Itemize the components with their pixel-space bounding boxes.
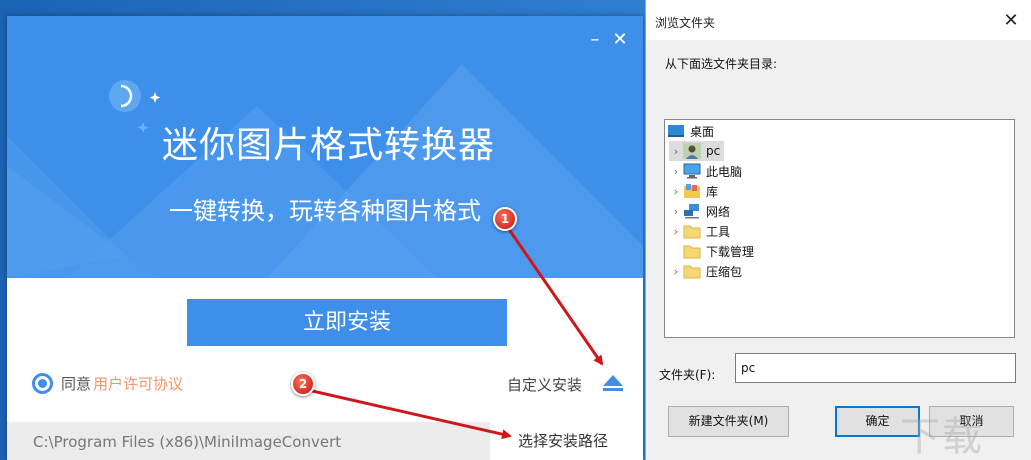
tree-item-label: 下载管理 [706, 244, 755, 259]
tree-item-label: pc [706, 144, 721, 158]
watermark-logo: 下载 [900, 414, 984, 460]
computer-icon [683, 163, 701, 179]
tree-item-library[interactable]: › 库 [669, 181, 718, 201]
chevron-right-icon[interactable]: › [669, 165, 683, 178]
folder-icon [683, 265, 701, 279]
dialog-titlebar: 浏览文件夹 ✕ [646, 0, 1031, 40]
tree-item-label: 工具 [706, 224, 731, 239]
app-title: 迷你图片格式转换器 [162, 125, 496, 166]
tree-item-archives[interactable]: › 压缩包 [669, 261, 742, 281]
tree-item-desktop[interactable]: 桌面 [667, 121, 714, 141]
dialog-title: 浏览文件夹 [655, 16, 716, 30]
app-subtitle: 一键转换，玩转各种图片格式 [169, 197, 481, 225]
tree-item-label: 压缩包 [706, 264, 743, 279]
tree-item-pc[interactable]: › pc [669, 141, 725, 161]
folder-icon [683, 245, 701, 259]
dialog-close-button[interactable]: ✕ [1000, 10, 1022, 32]
choose-path-button[interactable]: 选择安装路径 [490, 422, 643, 460]
tree-item-label: 此电脑 [706, 164, 743, 179]
tree-item-label: 桌面 [690, 124, 715, 139]
annotation-badge-1: 1 [493, 207, 517, 231]
chevron-right-icon[interactable]: › [669, 185, 683, 198]
folder-icon [683, 225, 701, 239]
new-folder-button[interactable]: 新建文件夹(M) [668, 406, 789, 437]
chevron-right-icon[interactable]: › [669, 265, 683, 278]
dialog-prompt: 从下面选文件夹目录: [665, 57, 778, 71]
close-button[interactable]: ✕ [610, 30, 630, 50]
folder-field[interactable] [735, 353, 1016, 383]
network-icon [684, 204, 699, 219]
custom-install-link[interactable]: 自定义安装 [507, 374, 582, 395]
browse-folder-dialog: 浏览文件夹 ✕ 从下面选文件夹目录: 桌面 › pc › 此电脑 › 库 › 网… [645, 0, 1031, 460]
installer-window: – ✕ 迷你图片格式转换器 一键转换，玩转各种图片格式 立即安装 同意 用户许可… [7, 16, 643, 460]
install-path-text: C:\Program Files (x86)\MiniImageConvert [33, 433, 342, 451]
tree-item-tools[interactable]: › 工具 [669, 221, 730, 241]
chevron-right-icon[interactable]: › [669, 225, 683, 238]
license-link[interactable]: 用户许可协议 [93, 373, 183, 394]
moon-logo-icon [109, 80, 161, 133]
library-icon [684, 184, 700, 198]
tree-item-label: 库 [706, 184, 719, 199]
install-now-button[interactable]: 立即安装 [187, 299, 507, 346]
agree-radio[interactable] [32, 372, 53, 394]
tree-item-this-pc[interactable]: › 此电脑 [669, 161, 742, 181]
license-agreement: 同意 用户许可协议 [32, 372, 183, 394]
annotation-badge-2: 2 [291, 372, 315, 396]
tree-item-label: 网络 [706, 204, 731, 219]
eject-icon[interactable] [601, 373, 625, 393]
desktop-icon [668, 125, 684, 137]
agree-label: 同意 [61, 374, 92, 393]
chevron-right-icon[interactable]: › [669, 145, 683, 158]
folder-field-label: 文件夹(F): [659, 368, 716, 382]
tree-item-downloads[interactable]: 下载管理 [683, 241, 754, 261]
chevron-right-icon[interactable]: › [669, 205, 683, 218]
installer-banner: – ✕ 迷你图片格式转换器 一键转换，玩转各种图片格式 [7, 16, 643, 278]
folder-tree[interactable]: 桌面 › pc › 此电脑 › 库 › 网络 › 工具 下载管理 › 压缩包 [664, 119, 1015, 338]
user-icon [683, 143, 701, 159]
minimize-button[interactable]: – [585, 30, 605, 50]
tree-item-network[interactable]: › 网络 [669, 201, 730, 221]
